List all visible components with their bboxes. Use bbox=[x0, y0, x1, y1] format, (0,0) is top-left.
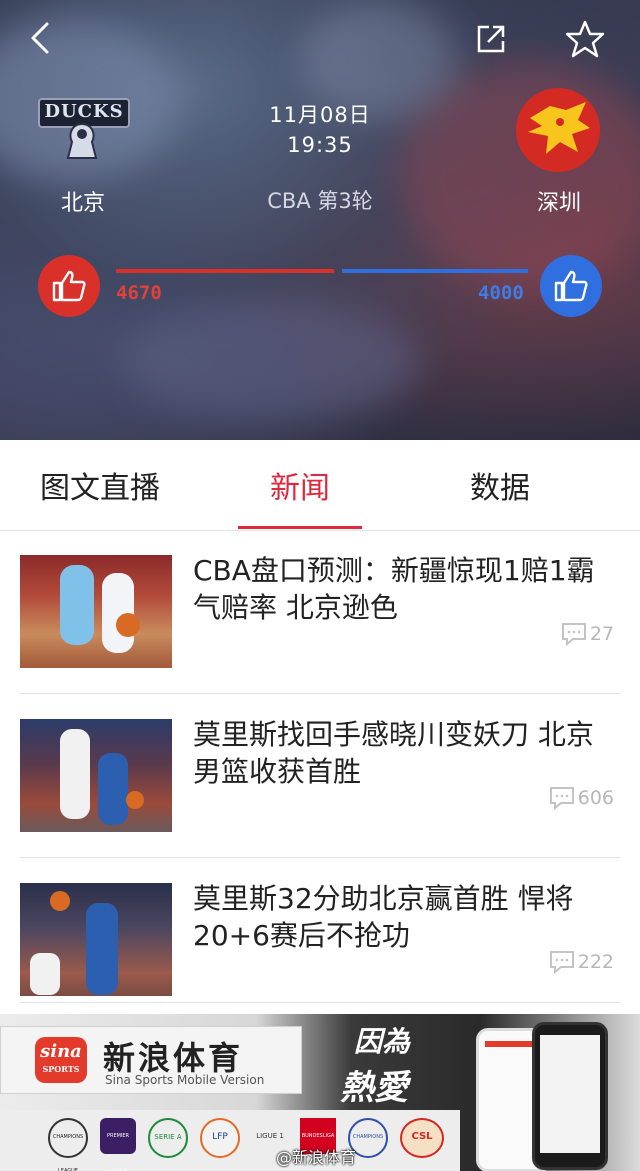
sina-logo: sina SPORTS bbox=[35, 1037, 87, 1083]
news-item[interactable]: 莫里斯找回手感晓川变妖刀 北京男篮收获首胜 606 bbox=[20, 694, 620, 858]
away-vote-bar bbox=[342, 269, 528, 273]
tab-news[interactable]: 新闻 bbox=[200, 440, 400, 530]
csl-logo: CSL bbox=[400, 1118, 444, 1158]
premier-league-logo: PREMIER LEAGUE bbox=[100, 1118, 136, 1171]
share-icon[interactable] bbox=[470, 18, 512, 60]
divider bbox=[20, 1002, 620, 1003]
player-shape bbox=[98, 753, 128, 825]
match-date: 11月08日 bbox=[269, 103, 371, 127]
league-logos-strip: CHAMPIONS LEAGUE PREMIER LEAGUE SERIE A … bbox=[0, 1110, 460, 1171]
home-like-button[interactable] bbox=[38, 255, 100, 317]
away-like-button[interactable] bbox=[540, 255, 602, 317]
news-title: 莫里斯找回手感晓川变妖刀 北京男篮收获首胜 bbox=[193, 718, 594, 788]
champions-league-logo: CHAMPIONS LEAGUE bbox=[48, 1118, 88, 1171]
comment-count: 222 bbox=[549, 950, 614, 974]
favorite-star-icon[interactable] bbox=[562, 16, 608, 62]
away-team-name: 深圳 bbox=[536, 191, 581, 216]
tab-bar: 图文直播 新闻 数据 bbox=[0, 440, 640, 531]
sina-sports-banner[interactable]: sina SPORTS 新浪体育 Sina Sports Mobile Vers… bbox=[0, 1014, 640, 1171]
bg-blur bbox=[120, 300, 420, 420]
basketball bbox=[50, 891, 70, 911]
comment-count: 606 bbox=[549, 786, 614, 810]
thumbs-up-icon bbox=[52, 270, 86, 302]
home-team-name: 北京 bbox=[60, 191, 105, 216]
phone-screen bbox=[540, 1035, 600, 1153]
comment-icon bbox=[549, 787, 574, 810]
match-round: CBA 第3轮 bbox=[267, 189, 373, 213]
player-shape bbox=[86, 903, 118, 995]
watermark: @新浪体育 bbox=[276, 1148, 357, 1167]
news-item[interactable]: CBA盘口预测：新疆惊现1赔1霸气赔率 北京逊色 27 bbox=[20, 530, 620, 694]
player-shape bbox=[60, 565, 94, 645]
phone-mockup bbox=[532, 1022, 608, 1170]
home-team-logo: DUCKS bbox=[38, 98, 130, 160]
home-vote-bar bbox=[116, 269, 334, 273]
news-title: CBA盘口预测：新疆惊现1赔1霸气赔率 北京逊色 bbox=[193, 554, 595, 624]
match-header: DUCKS 北京 深圳 11月08日 19:35 CBA 第3轮 4670 40… bbox=[0, 0, 640, 440]
basketball bbox=[116, 613, 140, 637]
comment-icon bbox=[549, 951, 574, 974]
news-thumbnail bbox=[20, 883, 172, 996]
match-datetime: 11月08日 19:35 bbox=[220, 100, 420, 160]
player-shape bbox=[30, 953, 60, 995]
away-vote-count: 4000 bbox=[478, 282, 524, 304]
match-time: 19:35 bbox=[287, 133, 353, 157]
comment-icon bbox=[561, 623, 586, 646]
lfp-logo: LFP bbox=[200, 1118, 240, 1158]
tab-stats[interactable]: 数据 bbox=[400, 440, 600, 530]
back-icon[interactable] bbox=[20, 18, 60, 58]
thumbs-up-icon bbox=[554, 270, 588, 302]
banner-slogan: 因為 熱愛 bbox=[340, 1025, 411, 1108]
news-item[interactable]: 莫里斯32分助北京赢首胜 悍将20+6赛后不抢功 222 bbox=[20, 858, 620, 1022]
news-title: 莫里斯32分助北京赢首胜 悍将20+6赛后不抢功 bbox=[193, 882, 574, 952]
tab-live-text[interactable]: 图文直播 bbox=[0, 440, 200, 530]
tab-active-indicator bbox=[238, 526, 362, 529]
basketball bbox=[126, 791, 144, 809]
player-shape bbox=[60, 729, 90, 819]
home-vote-count: 4670 bbox=[116, 282, 162, 304]
banner-brand-box: sina SPORTS 新浪体育 Sina Sports Mobile Vers… bbox=[0, 1026, 302, 1094]
league-logos: CHAMPIONS LEAGUE PREMIER LEAGUE SERIE A … bbox=[48, 1118, 444, 1171]
banner-subtitle: Sina Sports Mobile Version bbox=[105, 1073, 265, 1087]
news-thumbnail bbox=[20, 719, 172, 832]
serie-a-logo: SERIE A bbox=[148, 1118, 188, 1158]
comment-count: 27 bbox=[561, 622, 614, 646]
news-thumbnail bbox=[20, 555, 172, 668]
away-team-logo bbox=[516, 88, 600, 172]
